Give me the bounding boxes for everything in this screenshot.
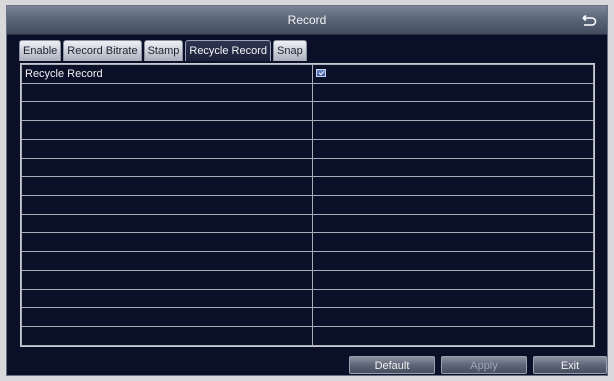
setting-value: [312, 138, 594, 159]
table-row: [21, 251, 594, 271]
dialog-title: Record: [287, 13, 327, 27]
table-row: [21, 138, 594, 159]
setting-label: [21, 251, 313, 271]
return-arrow-icon[interactable]: [579, 11, 599, 29]
table-row: [21, 269, 594, 290]
footer-bar: Default Apply Exit: [7, 353, 607, 375]
record-dialog: Record Enable Record Bitrate Stamp Recyc…: [6, 5, 608, 376]
setting-label: [21, 232, 313, 253]
setting-value: [312, 101, 594, 122]
setting-value: [312, 195, 594, 215]
tab-recycle-record[interactable]: Recycle Record: [185, 40, 272, 61]
setting-label: [21, 176, 313, 197]
setting-value: [312, 288, 594, 309]
tab-record-bitrate[interactable]: Record Bitrate: [63, 40, 142, 61]
setting-label: [21, 120, 313, 140]
tab-snap[interactable]: Snap: [273, 40, 307, 61]
table-row: [21, 176, 594, 197]
table-row: [21, 213, 594, 234]
table-row: [21, 157, 594, 178]
setting-value: [312, 269, 594, 290]
tab-enable[interactable]: Enable: [19, 40, 62, 61]
setting-value: [312, 64, 594, 84]
setting-label: [21, 307, 313, 328]
table-row: [21, 195, 594, 215]
recycle-record-checkbox[interactable]: [316, 68, 326, 77]
setting-label: [21, 157, 313, 178]
setting-value: [312, 326, 594, 346]
apply-button[interactable]: Apply: [441, 356, 527, 374]
table-row: [21, 326, 594, 346]
table-row: [21, 232, 594, 253]
setting-label: [21, 288, 313, 309]
table-row: [21, 82, 594, 103]
table-row: Recycle Record: [21, 64, 594, 84]
setting-label: [21, 326, 313, 346]
setting-value: [312, 213, 594, 234]
setting-value: [312, 176, 594, 197]
default-button[interactable]: Default: [349, 356, 435, 374]
table-row: [21, 120, 594, 140]
setting-label: [21, 101, 313, 122]
setting-value: [312, 307, 594, 328]
setting-value: [312, 120, 594, 140]
setting-label: [21, 195, 313, 215]
setting-label: [21, 269, 313, 290]
table-row: [21, 288, 594, 309]
setting-label: [21, 82, 313, 103]
tab-bar: Enable Record Bitrate Stamp Recycle Reco…: [19, 40, 307, 61]
exit-button[interactable]: Exit: [533, 356, 607, 374]
setting-value: [312, 232, 594, 253]
setting-value: [312, 157, 594, 178]
setting-label: [21, 138, 313, 159]
setting-label: Recycle Record: [21, 64, 313, 84]
setting-value: [312, 251, 594, 271]
table-row: [21, 101, 594, 122]
setting-value: [312, 82, 594, 103]
setting-label: [21, 213, 313, 234]
title-bar: Record: [7, 6, 607, 35]
table-row: [21, 307, 594, 328]
tab-stamp[interactable]: Stamp: [143, 40, 184, 61]
settings-table: Recycle Record: [20, 63, 595, 347]
